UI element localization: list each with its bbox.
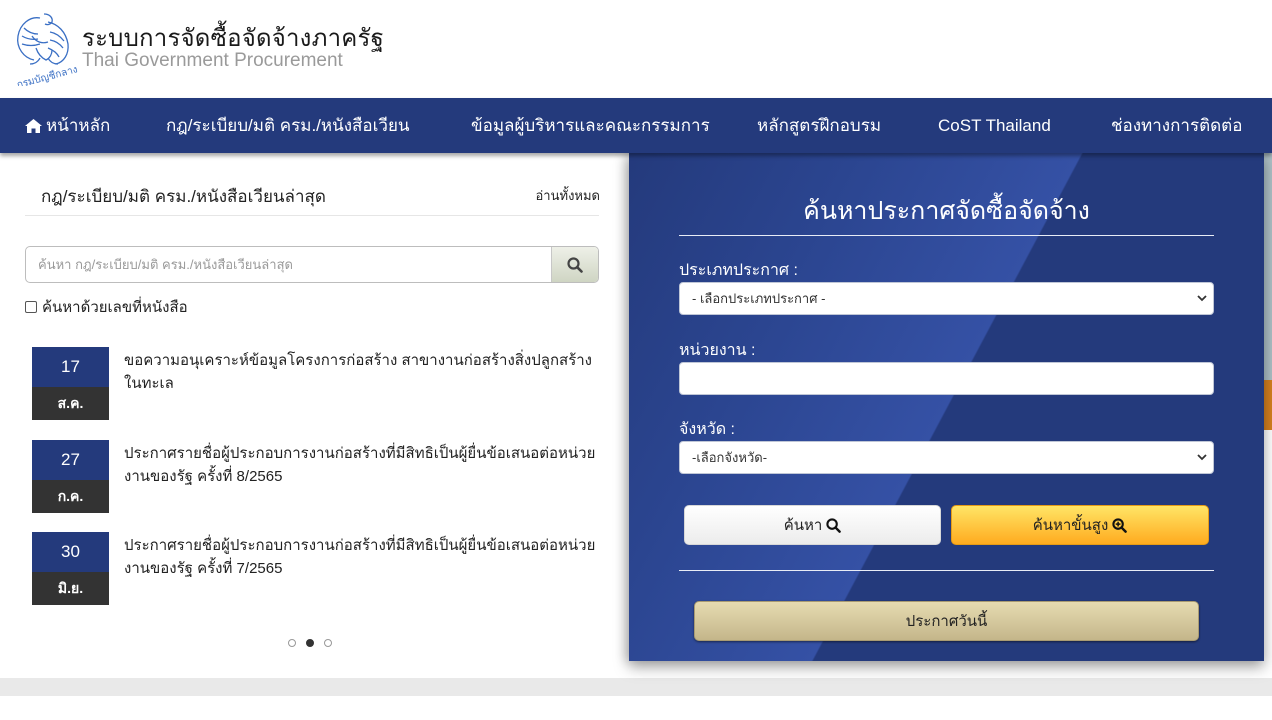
search-button-label: ค้นหา — [783, 517, 823, 534]
site-header: กรมบัญชีกลาง ระบบการจัดซื้อจัดจ้างภาครัฐ… — [0, 0, 1272, 98]
announcement-type-select[interactable]: - เลือกประเภทประกาศ - — [680, 283, 1213, 314]
regulation-search-box — [25, 246, 599, 283]
news-item[interactable]: 27 ก.ค. ประกาศรายชื่อผู้ประกอบการงานก่อส… — [32, 440, 602, 514]
news-title[interactable]: ประกาศรายชื่อผู้ประกอบการงานก่อสร้างที่ม… — [124, 534, 599, 580]
advanced-search-label: ค้นหาขั้นสูง — [1032, 517, 1109, 534]
pagination-dot-2[interactable] — [306, 639, 314, 647]
news-item[interactable]: 17 ส.ค. ขอความอนุเคราะห์ข้อมูลโครงการก่อ… — [32, 347, 602, 421]
date-month: มิ.ย. — [32, 572, 109, 605]
checkbox[interactable] — [25, 301, 37, 313]
date-day: 30 — [32, 532, 109, 572]
divider — [25, 215, 599, 216]
date-day: 17 — [32, 347, 109, 387]
date-badge: 30 มิ.ย. — [32, 532, 109, 605]
date-day: 27 — [32, 440, 109, 480]
divider — [679, 570, 1214, 571]
date-month: ก.ค. — [32, 480, 109, 513]
regulation-search-button[interactable] — [551, 247, 598, 282]
pagination-dot-1[interactable] — [288, 639, 296, 647]
news-title[interactable]: ขอความอนุเคราะห์ข้อมูลโครงการก่อสร้าง สา… — [124, 349, 599, 395]
home-icon — [25, 119, 42, 133]
search-icon — [567, 256, 583, 273]
news-title[interactable]: ประกาศรายชื่อผู้ประกอบการงานก่อสร้างที่ม… — [124, 442, 599, 488]
nav-item-home[interactable]: หน้าหลัก — [25, 98, 110, 153]
zoom-in-icon — [1112, 517, 1128, 533]
province-select-wrapper: -เลือกจังหวัด- — [679, 441, 1214, 474]
carousel-pagination — [288, 639, 332, 647]
date-badge: 17 ส.ค. — [32, 347, 109, 420]
search-by-number-checkbox[interactable]: ค้นหาด้วยเลขที่หนังสือ — [25, 295, 188, 319]
main-nav: หน้าหลัก กฎ/ระเบียบ/มติ ครม./หนังสือเวีย… — [0, 98, 1272, 153]
section-title: กฎ/ระเบียบ/มติ ครม./หนังสือเวียนล่าสุด — [41, 187, 326, 206]
date-badge: 27 ก.ค. — [32, 440, 109, 513]
garuda-emblem-icon[interactable]: กรมบัญชีกลาง — [10, 8, 79, 91]
divider — [679, 235, 1214, 236]
announcement-type-select-wrapper: - เลือกประเภทประกาศ - — [679, 282, 1214, 315]
procurement-search-panel: ค้นหาประกาศจัดซื้อจัดจ้าง ประเภทประกาศ :… — [629, 153, 1264, 661]
background-banner — [1264, 153, 1272, 380]
regulation-search-input[interactable] — [26, 247, 552, 282]
panel-title: ค้นหาประกาศจัดซื้อจัดจ้าง — [803, 197, 1090, 225]
checkbox-label: ค้นหาด้วยเลขที่หนังสือ — [42, 299, 188, 316]
agency-input[interactable] — [680, 363, 1213, 394]
nav-item-contact[interactable]: ช่องทางการติดต่อ — [1111, 98, 1242, 153]
province-label: จังหวัด : — [679, 421, 735, 438]
province-select[interactable]: -เลือกจังหวัด- — [680, 442, 1213, 473]
date-month: ส.ค. — [32, 387, 109, 420]
search-button[interactable]: ค้นหา — [684, 505, 941, 545]
announcement-type-label: ประเภทประกาศ : — [679, 262, 798, 279]
nav-item-cost-thailand[interactable]: CoST Thailand — [938, 98, 1051, 153]
background-accent — [1264, 380, 1272, 430]
nav-item-executives[interactable]: ข้อมูลผู้บริหารและคณะกรรมการ — [471, 98, 710, 153]
site-title-english: Thai Government Procurement — [82, 50, 343, 71]
news-item[interactable]: 30 มิ.ย. ประกาศรายชื่อผู้ประกอบการงานก่อ… — [32, 532, 602, 606]
pagination-dot-3[interactable] — [324, 639, 332, 647]
footer-strip — [0, 678, 1272, 696]
nav-item-label: หน้าหลัก — [46, 116, 111, 135]
today-announcements-button[interactable]: ประกาศวันนี้ — [694, 601, 1199, 641]
logo-caption: กรมบัญชีกลาง — [16, 63, 78, 86]
search-icon — [826, 517, 842, 533]
agency-label: หน่วยงาน : — [679, 342, 756, 359]
agency-input-wrapper — [679, 362, 1214, 395]
read-all-link[interactable]: อ่านทั้งหมด — [536, 185, 601, 206]
nav-item-regulations[interactable]: กฎ/ระเบียบ/มติ ครม./หนังสือเวียน — [166, 98, 410, 153]
nav-item-training[interactable]: หลักสูตรฝึกอบรม — [757, 98, 881, 153]
advanced-search-button[interactable]: ค้นหาขั้นสูง — [951, 505, 1209, 545]
